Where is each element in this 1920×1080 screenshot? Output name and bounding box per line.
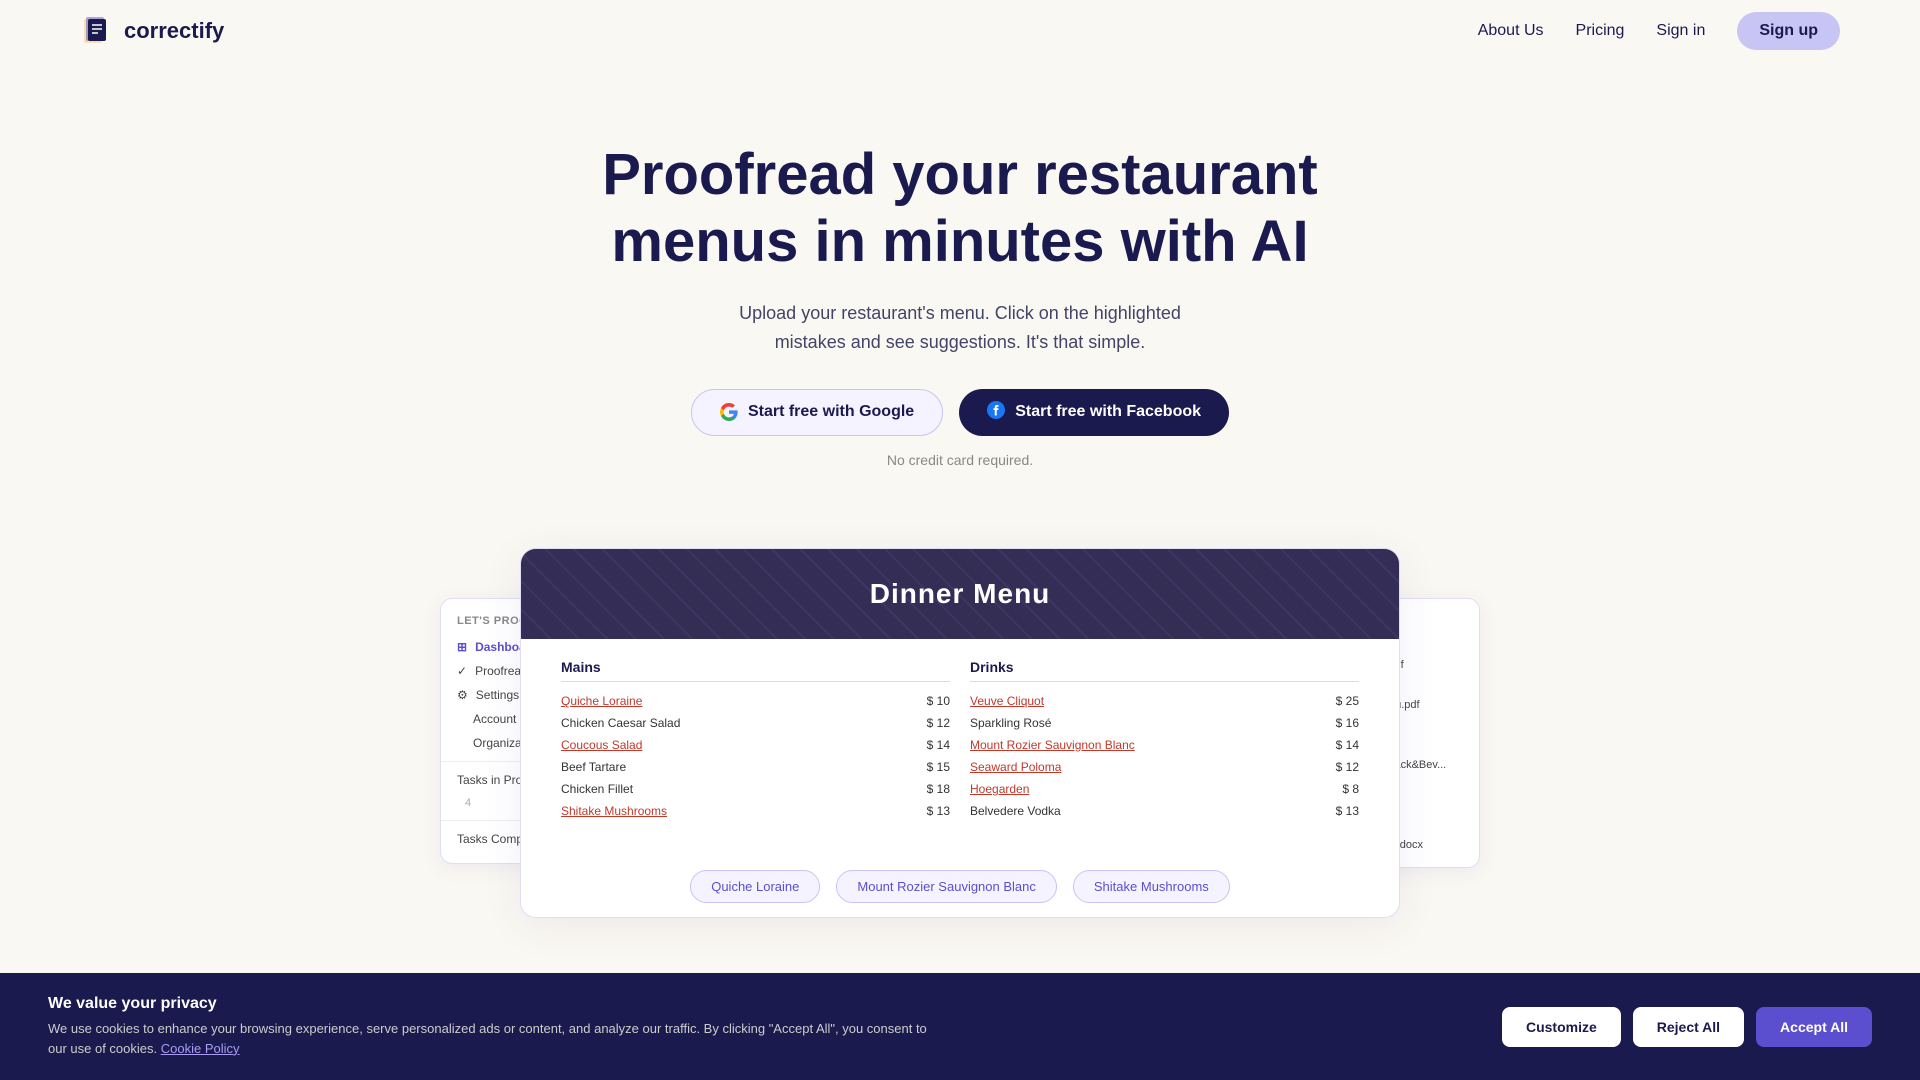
menu-item-name: Beef Tartare [561, 760, 626, 774]
menu-item-price: $ 25 [1336, 694, 1359, 708]
dinner-menu: Dinner Menu Mains Quiche Loraine $ 10 Chic… [521, 549, 1399, 842]
menu-item-name: Chicken Fillet [561, 782, 633, 796]
menu-item: Belvedere Vodka $ 13 [970, 800, 1359, 822]
google-button-label: Start free with Google [748, 403, 914, 421]
menu-item-name: Veuve Cliquot [970, 694, 1044, 708]
menu-item-name: Seaward Poloma [970, 760, 1061, 774]
logo-text: correctify [124, 18, 224, 44]
menu-item-name: Belvedere Vodka [970, 804, 1061, 818]
cookie-left: We value your privacy We use cookies to … [48, 995, 1482, 1058]
highlight-tag: Quiche Loraine [690, 870, 820, 903]
menu-item-price: $ 13 [927, 804, 950, 818]
menu-item: Seaward Poloma $ 12 [970, 756, 1359, 778]
menu-item: Shitake Mushrooms $ 13 [561, 800, 950, 822]
menu-item: Chicken Caesar Salad $ 12 [561, 712, 950, 734]
menu-item-name: Quiche Loraine [561, 694, 642, 708]
account-label: Account [473, 712, 516, 726]
cookie-buttons: Customize Reject All Accept All [1502, 1007, 1872, 1047]
menu-item-price: $ 8 [1342, 782, 1359, 796]
menu-item-name: Mount Rozier Sauvignon Blanc [970, 738, 1135, 752]
facebook-icon [987, 401, 1005, 424]
menu-item: Veuve Cliquot $ 25 [970, 690, 1359, 712]
check-icon: ✓ [457, 664, 467, 678]
demo-container: Let's proofread ⊞ Dashboard ✓ Proofreadi… [440, 548, 1480, 918]
cookie-text: We use cookies to enhance your browsing … [48, 1019, 948, 1058]
menu-item: Quiche Loraine $ 10 [561, 690, 950, 712]
menu-item-price: $ 12 [1336, 760, 1359, 774]
logo: correctify [80, 13, 224, 49]
menu-item: Beef Tartare $ 15 [561, 756, 950, 778]
nav-about[interactable]: About Us [1478, 22, 1544, 40]
cookie-policy-link[interactable]: Cookie Policy [161, 1041, 240, 1056]
customize-button[interactable]: Customize [1502, 1007, 1621, 1047]
cookie-title: We value your privacy [48, 995, 1482, 1013]
menu-item-price: $ 18 [927, 782, 950, 796]
nav-signin[interactable]: Sign in [1656, 22, 1705, 40]
menu-item: Chicken Fillet $ 18 [561, 778, 950, 800]
menu-item-name: Coucous Salad [561, 738, 642, 752]
accept-all-button[interactable]: Accept All [1756, 1007, 1872, 1047]
reject-all-button[interactable]: Reject All [1633, 1007, 1744, 1047]
mains-header: Mains [561, 659, 950, 682]
grid-icon: ⊞ [457, 640, 467, 654]
highlight-tag: Shitake Mushrooms [1073, 870, 1230, 903]
menu-item-name: Hoegarden [970, 782, 1029, 796]
demo-main-card: Dinner Menu Mains Quiche Loraine $ 10 Chic… [520, 548, 1400, 918]
facebook-signup-button[interactable]: Start free with Facebook [959, 389, 1229, 436]
highlight-tags: Quiche Loraine Mount Rozier Sauvignon Bla… [521, 870, 1399, 903]
menu-item-price: $ 16 [1336, 716, 1359, 730]
no-credit-card-text: No credit card required. [20, 452, 1900, 468]
menu-item-name: Chicken Caesar Salad [561, 716, 680, 730]
drinks-column: Drinks Veuve Cliquot $ 25 Sparkling Rosé $ … [960, 659, 1369, 822]
menu-item-price: $ 14 [1336, 738, 1359, 752]
menu-item-price: $ 10 [927, 694, 950, 708]
hero-subtitle: Upload your restaurant's menu. Click on … [710, 299, 1210, 357]
settings-label: Settings [476, 688, 519, 702]
highlights-area: Quiche Loraine Mount Rozier Sauvignon Bla… [521, 842, 1399, 917]
highlight-tag: Mount Rozier Sauvignon Blanc [836, 870, 1057, 903]
menu-item: Hoegarden $ 8 [970, 778, 1359, 800]
google-icon [720, 403, 738, 421]
nav-links: About Us Pricing Sign in Sign up [1478, 12, 1840, 50]
menu-item-price: $ 14 [927, 738, 950, 752]
gear-icon: ⚙ [457, 688, 468, 702]
navbar: correctify About Us Pricing Sign in Sign… [0, 0, 1920, 62]
menu-table: Mains Quiche Loraine $ 10 Chicken Caesar S… [521, 639, 1399, 842]
drinks-header: Drinks [970, 659, 1359, 682]
facebook-button-label: Start free with Facebook [1015, 403, 1201, 421]
menu-item: Sparkling Rosé $ 16 [970, 712, 1359, 734]
menu-item-name: Sparkling Rosé [970, 716, 1051, 730]
hero-section: Proofread your restaurant menus in minut… [0, 62, 1920, 508]
nav-signup-button[interactable]: Sign up [1737, 12, 1840, 50]
google-signup-button[interactable]: Start free with Google [691, 389, 943, 436]
logo-icon [80, 13, 116, 49]
menu-item-price: $ 13 [1336, 804, 1359, 818]
dinner-menu-title: Dinner Menu [870, 578, 1051, 610]
menu-item: Mount Rozier Sauvignon Blanc $ 14 [970, 734, 1359, 756]
menu-item-price: $ 12 [927, 716, 950, 730]
hero-buttons: Start free with Google Start free with F… [20, 389, 1900, 436]
cookie-banner: We value your privacy We use cookies to … [0, 973, 1920, 1080]
dinner-menu-header-bg: Dinner Menu [521, 549, 1399, 639]
menu-item-price: $ 15 [927, 760, 950, 774]
menu-item: Coucous Salad $ 14 [561, 734, 950, 756]
nav-pricing[interactable]: Pricing [1576, 22, 1625, 40]
menu-columns: Mains Quiche Loraine $ 10 Chicken Caesar S… [551, 659, 1369, 822]
mains-column: Mains Quiche Loraine $ 10 Chicken Caesar S… [551, 659, 960, 822]
hero-title: Proofread your restaurant menus in minut… [560, 142, 1360, 275]
menu-item-name: Shitake Mushrooms [561, 804, 667, 818]
